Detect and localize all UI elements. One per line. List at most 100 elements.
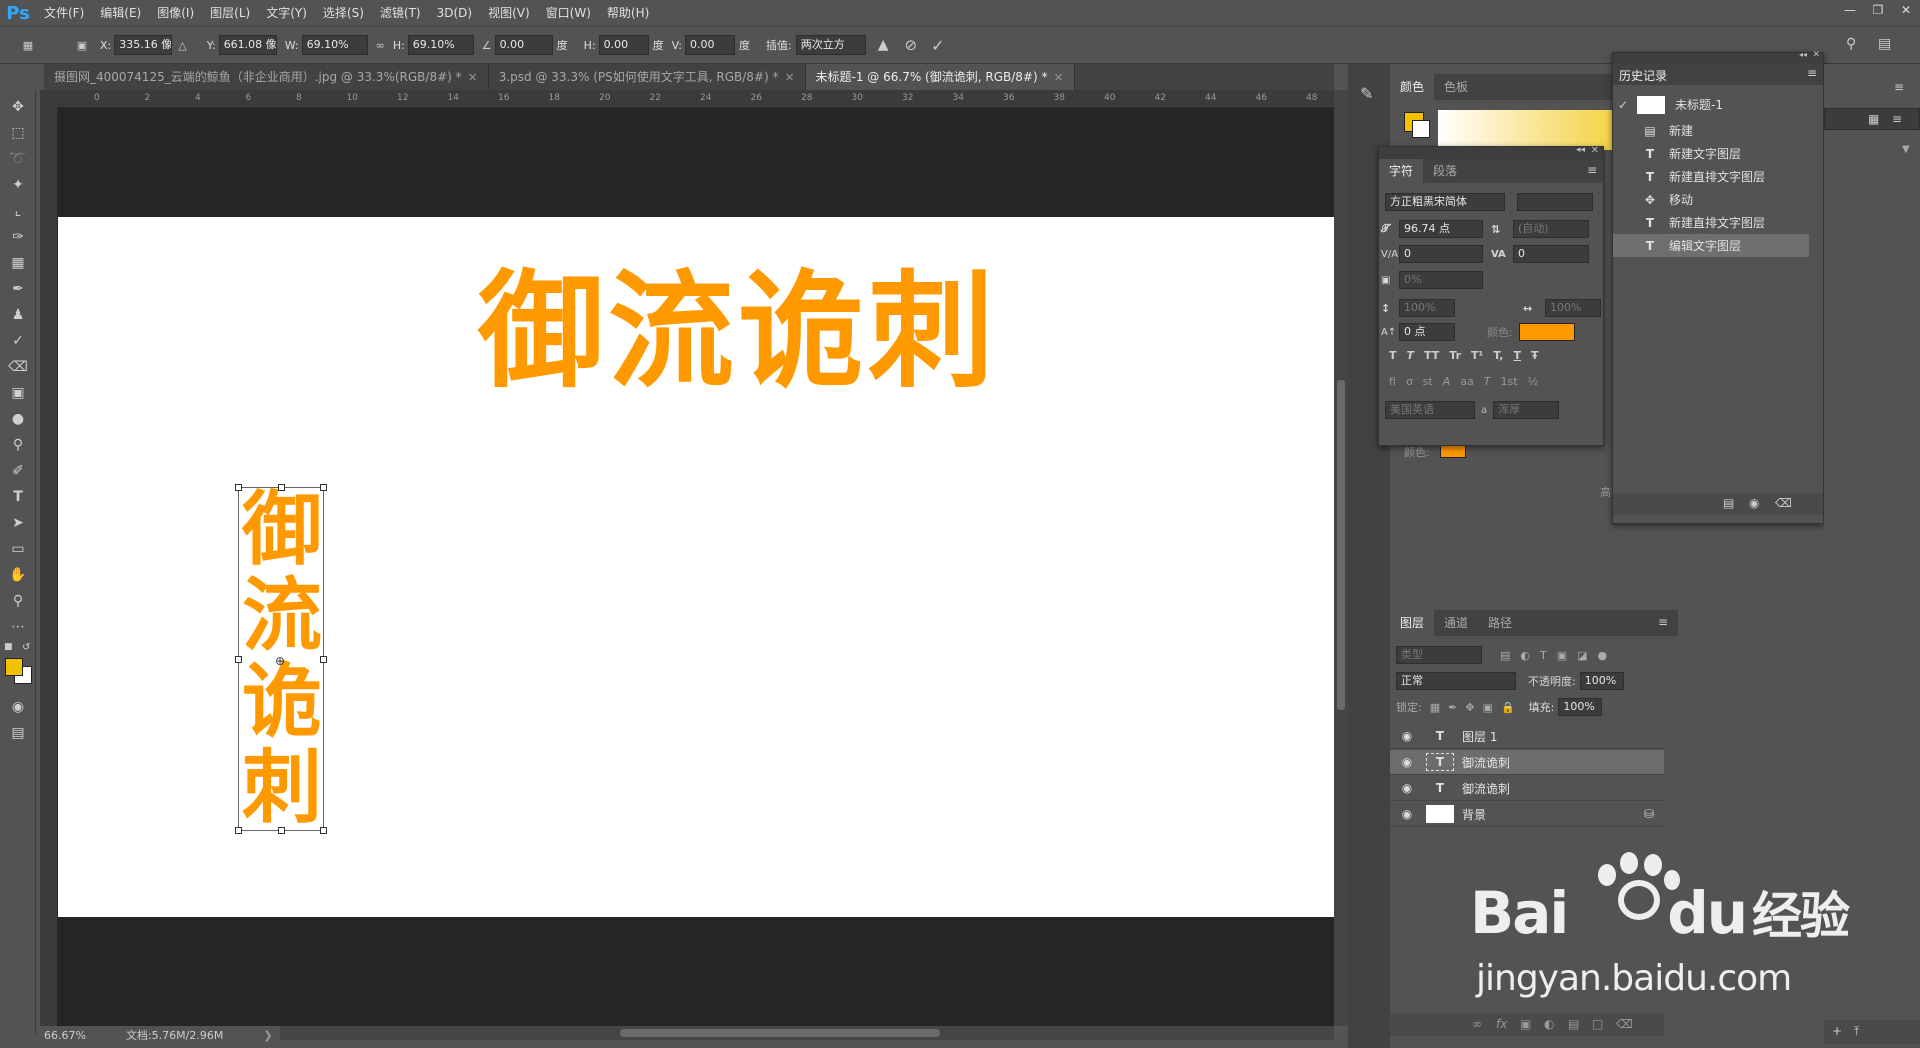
transform-handle[interactable] xyxy=(235,827,242,834)
layer-row[interactable]: ◉ T 图层 1 xyxy=(1390,724,1664,749)
ligature-icon[interactable]: fi xyxy=(1389,375,1396,388)
history-title[interactable]: 历史记录 xyxy=(1619,67,1667,84)
canvas-area[interactable]: 御流诡刺 御 流 诡 刺 ⊕ xyxy=(58,108,1334,1026)
language-select[interactable]: 美国英语 xyxy=(1385,401,1475,419)
faux-italic-icon[interactable]: T xyxy=(1407,349,1415,362)
properties-icon[interactable]: ✎ xyxy=(1360,84,1373,103)
vertical-scale-field[interactable]: 100% xyxy=(1399,299,1455,317)
visibility-eye-icon[interactable]: ◉ xyxy=(1396,729,1418,743)
horizontal-text-layer[interactable]: 御流诡刺 xyxy=(478,269,998,395)
hskew-field[interactable]: 0.00 xyxy=(598,35,649,55)
menu-filter[interactable]: 滤镜(T) xyxy=(372,0,429,26)
tab-layers[interactable]: 图层 xyxy=(1390,610,1435,636)
delta-icon[interactable]: △ xyxy=(178,39,186,52)
menu-edit[interactable]: 编辑(E) xyxy=(92,0,149,26)
faux-bold-icon[interactable]: T xyxy=(1389,349,1397,362)
horizontal-scale-field[interactable]: 100% xyxy=(1545,299,1601,317)
blend-mode-select[interactable]: 正常 xyxy=(1396,672,1516,690)
ordinal-icon[interactable]: 1st xyxy=(1500,375,1517,388)
tab-3-psd[interactable]: 3.psd @ 33.3% (PS如何使用文字工具, RGB/8#) * × xyxy=(488,64,806,90)
history-item[interactable]: T 编辑文字图层 xyxy=(1613,234,1809,257)
font-size-field[interactable]: 96.74 点 xyxy=(1399,220,1483,238)
tab-untitled-1[interactable]: 未标题-1 @ 66.7% (御流诡刺, RGB/8#) * × xyxy=(805,64,1075,90)
underline-icon[interactable]: T xyxy=(1513,349,1521,362)
color-bg-swatch[interactable] xyxy=(1412,120,1430,138)
upload-icon[interactable]: ⤒ xyxy=(1854,1024,1859,1039)
transform-handle[interactable] xyxy=(320,484,327,491)
brush-tool-icon[interactable]: ✒ xyxy=(6,278,30,300)
subscript-icon[interactable]: T, xyxy=(1493,349,1503,362)
swash-icon[interactable]: A xyxy=(1443,375,1451,388)
history-item[interactable]: ✥ 移动 xyxy=(1613,188,1809,211)
superscript-icon[interactable]: T¹ xyxy=(1471,349,1483,362)
transform-handle[interactable] xyxy=(278,484,285,491)
panel-menu-icon[interactable]: ≡ xyxy=(1658,615,1668,629)
layer-name[interactable]: 图层 1 xyxy=(1462,728,1497,745)
tab-whale-jpg[interactable]: 摄图网_400074125_云端的鲸鱼（非企业商用）.jpg @ 33.3%(R… xyxy=(44,64,489,90)
status-arrow-icon[interactable]: ❯ xyxy=(263,1029,272,1042)
tab-color[interactable]: 颜色 xyxy=(1390,74,1435,100)
filter-icons[interactable]: ▤◐T▣◪● xyxy=(1500,649,1617,662)
horizontal-scrollbar[interactable] xyxy=(280,1026,1334,1040)
fraction-icon[interactable]: ½ xyxy=(1528,375,1539,388)
transform-handle[interactable] xyxy=(320,656,327,663)
menu-view[interactable]: 视图(V) xyxy=(480,0,538,26)
tracking-field[interactable]: 0 xyxy=(1513,245,1589,263)
layer-name[interactable]: 背景 xyxy=(1462,806,1486,823)
menu-3d[interactable]: 3D(D) xyxy=(429,0,480,26)
menu-type[interactable]: 文字(Y) xyxy=(258,0,315,26)
screen-mode-icon[interactable]: ▤ xyxy=(6,722,30,744)
layer-name[interactable]: 御流诡刺 xyxy=(1462,780,1510,797)
document-canvas[interactable]: 御流诡刺 御 流 诡 刺 ⊕ xyxy=(58,217,1334,917)
snapshot-camera-icon[interactable]: ◉ xyxy=(1749,496,1759,510)
marquee-tool-icon[interactable]: ⬚ xyxy=(6,122,30,144)
panel-menu-icon[interactable]: ≡ xyxy=(1587,163,1597,177)
tab-paths[interactable]: 路径 xyxy=(1478,610,1522,636)
foreground-color-swatch[interactable] xyxy=(5,658,23,676)
reference-point-icon[interactable]: ▣ xyxy=(72,39,92,52)
search-icon[interactable]: ⚲ xyxy=(1846,36,1856,52)
history-item[interactable]: T 新建直排文字图层 xyxy=(1613,165,1809,188)
leading-field[interactable]: (自动) xyxy=(1513,220,1589,238)
layer-filter-select[interactable]: 类型 xyxy=(1396,646,1482,664)
close-icon[interactable]: × xyxy=(1053,70,1063,84)
kerning-field[interactable]: 0 xyxy=(1399,245,1483,263)
history-snapshot[interactable]: ✓ 未标题-1 xyxy=(1613,93,1809,116)
strikethrough-icon[interactable]: Ŧ xyxy=(1531,349,1539,362)
fill-field[interactable]: 100% xyxy=(1558,698,1603,716)
h-field[interactable]: 69.10% xyxy=(407,35,474,55)
swap-colors-icon[interactable]: ↺ xyxy=(22,642,30,653)
eraser-icon[interactable]: ⌫ xyxy=(6,356,30,378)
more-tools-icon[interactable]: ⋯ xyxy=(6,616,30,638)
menu-image[interactable]: 图像(I) xyxy=(149,0,202,26)
titling-alt-icon[interactable]: T xyxy=(1484,375,1491,388)
font-family-select[interactable]: 方正粗黑宋简体 xyxy=(1385,193,1505,211)
close-icon[interactable]: ✕ xyxy=(1892,0,1920,20)
menu-help[interactable]: 帮助(H) xyxy=(599,0,657,26)
pen-tool-icon[interactable]: ✐ xyxy=(6,460,30,482)
menu-window[interactable]: 窗口(W) xyxy=(538,0,599,26)
history-brush-source-icon[interactable]: ✓ xyxy=(1613,98,1633,112)
zoom-tool-icon[interactable]: ⚲ xyxy=(6,590,30,612)
stylistic-alt-icon[interactable]: aa xyxy=(1460,375,1473,388)
visibility-eye-icon[interactable]: ◉ xyxy=(1396,781,1418,795)
panel-menu-icon[interactable]: ≡ xyxy=(1894,80,1904,94)
add-icon[interactable]: + xyxy=(1832,1024,1842,1038)
list-view-icon[interactable]: ≡ xyxy=(1892,112,1902,126)
collapse-icon[interactable]: ◂◂ xyxy=(1799,50,1807,59)
link-icon[interactable]: ∞ xyxy=(376,39,385,52)
vertical-scrollbar[interactable] xyxy=(1334,90,1348,1026)
lock-icons[interactable]: ▦✒✥▣🔒 xyxy=(1430,701,1523,714)
layer-row[interactable]: ◉ T 御流诡刺 xyxy=(1390,776,1664,801)
panel-header[interactable]: ◂◂ ✕ xyxy=(1613,50,1823,63)
grid-view-icon[interactable]: ▦ xyxy=(1868,112,1879,126)
transform-handle[interactable] xyxy=(320,827,327,834)
chevron-down-icon[interactable]: ▼ xyxy=(1902,144,1910,155)
healing-brush-icon[interactable]: ▦ xyxy=(6,252,30,274)
zoom-level[interactable]: 66.67% xyxy=(44,1029,86,1042)
layer-row[interactable]: ◉ T 御流诡刺 xyxy=(1390,750,1664,775)
transform-bounding-box[interactable]: ⊕ xyxy=(235,484,327,834)
crop-tool-icon[interactable]: ⌞ xyxy=(6,200,30,222)
all-caps-icon[interactable]: TT xyxy=(1424,349,1439,362)
opacity-field[interactable]: 100% xyxy=(1579,672,1624,690)
